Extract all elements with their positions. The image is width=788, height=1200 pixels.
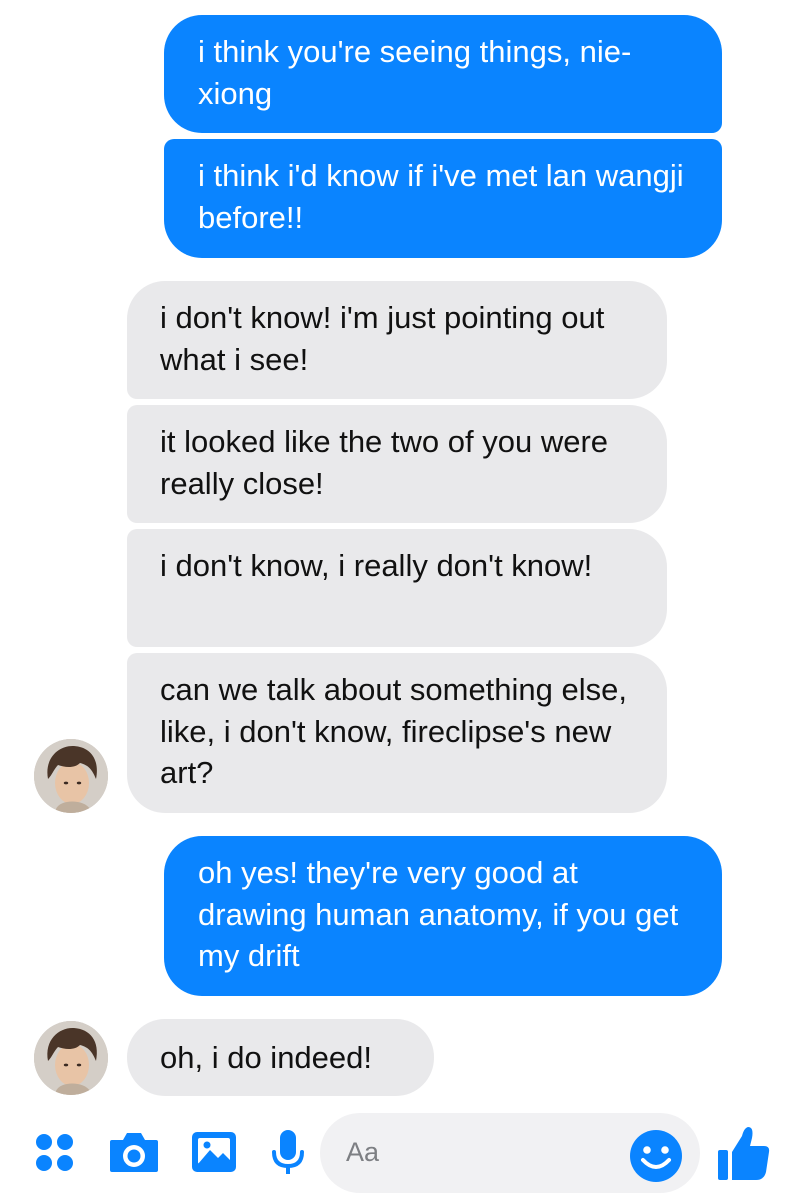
message-bubble-outgoing[interactable]: oh yes! they're very good at drawing hum… — [164, 836, 722, 996]
message-text: i don't know, i really don't know! — [160, 548, 593, 583]
gallery-icon[interactable] — [190, 1130, 238, 1174]
message-bubble-outgoing[interactable]: i think i'd know if i've met lan wangji … — [164, 139, 722, 258]
message-bubble-incoming[interactable]: can we talk about something else, like, … — [127, 653, 667, 813]
contact-avatar[interactable] — [34, 1021, 108, 1095]
message-bubble-incoming[interactable]: it looked like the two of you were reall… — [127, 405, 667, 523]
message-text: can we talk about something else, like, … — [160, 672, 627, 790]
camera-icon[interactable] — [108, 1130, 160, 1174]
message-text: i think i'd know if i've met lan wangji … — [198, 158, 684, 235]
avatar-image — [34, 1021, 108, 1095]
message-text: i don't know! i'm just pointing out what… — [160, 300, 605, 377]
message-bubble-incoming[interactable]: i don't know! i'm just pointing out what… — [127, 281, 667, 399]
contact-avatar[interactable] — [34, 739, 108, 813]
message-text: oh, i do indeed! — [160, 1040, 373, 1075]
message-bubble-outgoing[interactable]: i think you're seeing things, nie-xiong — [164, 15, 722, 133]
message-input-placeholder: Aa — [346, 1137, 380, 1167]
avatar-image — [34, 739, 108, 813]
thumbs-up-icon[interactable] — [716, 1124, 772, 1182]
menu-dots-icon[interactable] — [34, 1132, 76, 1174]
emoji-icon[interactable] — [628, 1128, 684, 1184]
microphone-icon[interactable] — [270, 1128, 306, 1178]
message-bubble-incoming[interactable]: oh, i do indeed! — [127, 1019, 434, 1096]
message-text: it looked like the two of you were reall… — [160, 424, 609, 501]
message-text: i think you're seeing things, nie-xiong — [198, 34, 632, 111]
message-bubble-incoming[interactable]: i don't know, i really don't know! — [127, 529, 667, 647]
message-text: oh yes! they're very good at drawing hum… — [198, 855, 679, 973]
